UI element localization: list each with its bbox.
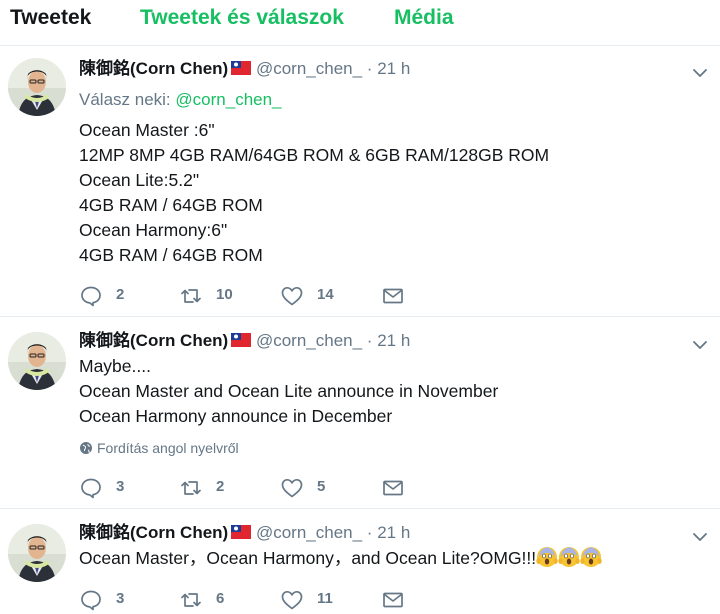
direct-message-button[interactable] [381,587,405,611]
mail-icon [381,588,405,612]
tweet-timestamp[interactable]: 21 h [377,523,410,542]
mail-icon [381,476,405,500]
author-name[interactable]: 陳御銘(Corn Chen) [79,523,228,542]
reply-to-handle-link[interactable]: @corn_chen_ [175,90,281,109]
direct-message-button[interactable] [381,283,405,307]
tab-tweets-and-replies[interactable]: Tweetek és válaszok [140,6,344,30]
tab-tweets[interactable]: Tweetek [10,6,91,30]
tweet-text-line: 4GB RAM / 64GB ROM [79,195,263,215]
tweet-text-line: Ocean Master，Ocean Harmony，and Ocean Lit… [79,546,699,571]
direct-message-button[interactable] [381,475,405,499]
tweet-header: 陳御銘(Corn Chen) @corn_chen_ · 21 h [79,522,410,544]
separator-dot: · [366,523,373,542]
retweet-icon [179,476,203,500]
heart-icon [280,588,304,612]
tweet-text-line: Ocean Master :6" [79,120,215,140]
tweet-text: Ocean Master :6" 12MP 8MP 4GB RAM/64GB R… [79,118,699,268]
avatar[interactable] [8,524,66,582]
tweet-timestamp[interactable]: 21 h [377,59,410,78]
author-name[interactable]: 陳御銘(Corn Chen) [79,331,228,350]
reply-icon [79,284,103,308]
tab-media[interactable]: Média [394,6,454,30]
screaming-face-emoji-icon [580,546,602,568]
reply-icon [79,588,103,612]
tweet-text-line: 4GB RAM / 64GB ROM [79,245,263,265]
heart-icon [280,284,304,308]
like-count: 14 [317,286,334,303]
reply-count: 3 [116,590,125,607]
avatar[interactable] [8,58,66,116]
tweet-text-line: Ocean Harmony:6" [79,220,228,240]
retweet-count: 2 [216,478,225,495]
taiwan-flag-icon [231,61,251,75]
retweet-icon [179,588,203,612]
retweet-count: 10 [216,286,233,303]
tweet[interactable]: 陳御銘(Corn Chen) @corn_chen_ · 21 h Ocean … [0,510,720,614]
tweet-text-line: Ocean Master and Ocean Lite announce in … [79,381,499,401]
heart-icon [280,476,304,500]
reply-count: 3 [116,478,125,495]
screaming-face-emoji-icon [558,546,580,568]
author-handle[interactable]: @corn_chen_ [256,59,362,78]
like-count: 11 [317,590,333,607]
tweet-header: 陳御銘(Corn Chen) @corn_chen_ · 21 h [79,330,410,352]
tweet-text-line: Maybe.... [79,356,151,376]
reply-count: 2 [116,286,125,303]
chevron-down-icon[interactable] [692,67,708,79]
like-count: 5 [317,478,326,495]
mail-icon [381,284,405,308]
author-handle[interactable]: @corn_chen_ [256,331,362,350]
globe-icon [79,441,93,455]
separator-dot: · [366,331,373,350]
retweet-icon [179,284,203,308]
reply-prefix: Válasz neki: [79,90,171,109]
tweet-text-line: Ocean Harmony announce in December [79,406,393,426]
author-handle[interactable]: @corn_chen_ [256,523,362,542]
tweet[interactable]: 陳御銘(Corn Chen) @corn_chen_ · 21 h Maybe.… [0,318,720,509]
avatar[interactable] [8,332,66,390]
profile-tabs: Tweetek Tweetek és válaszok Média [0,0,720,46]
screaming-face-emoji-icon [536,546,558,568]
separator-dot: · [366,59,373,78]
tweet-header: 陳御銘(Corn Chen) @corn_chen_ · 21 h [79,58,410,80]
chevron-down-icon[interactable] [692,531,708,543]
author-name[interactable]: 陳御銘(Corn Chen) [79,59,228,78]
taiwan-flag-icon [231,333,251,347]
chevron-down-icon[interactable] [692,339,708,351]
tweet-text-line: 12MP 8MP 4GB RAM/64GB ROM & 6GB RAM/128G… [79,145,550,165]
tweet-text-line: Ocean Lite:5.2" [79,170,200,190]
reply-icon [79,476,103,500]
reply-context: Válasz neki: @corn_chen_ [79,89,282,111]
retweet-count: 6 [216,590,225,607]
translate-link[interactable]: Fordítás angol nyelvről [79,439,239,457]
tweet[interactable]: 陳御銘(Corn Chen) @corn_chen_ · 21 h Válasz… [0,47,720,317]
taiwan-flag-icon [231,525,251,539]
tweet-timestamp[interactable]: 21 h [377,331,410,350]
tweet-text: Maybe.... Ocean Master and Ocean Lite an… [79,354,699,429]
translate-label: Fordítás angol nyelvről [97,440,239,456]
tweet-text-content: Ocean Master，Ocean Harmony，and Ocean Lit… [79,548,537,568]
tweet-text: Ocean Master，Ocean Harmony，and Ocean Lit… [79,546,699,571]
